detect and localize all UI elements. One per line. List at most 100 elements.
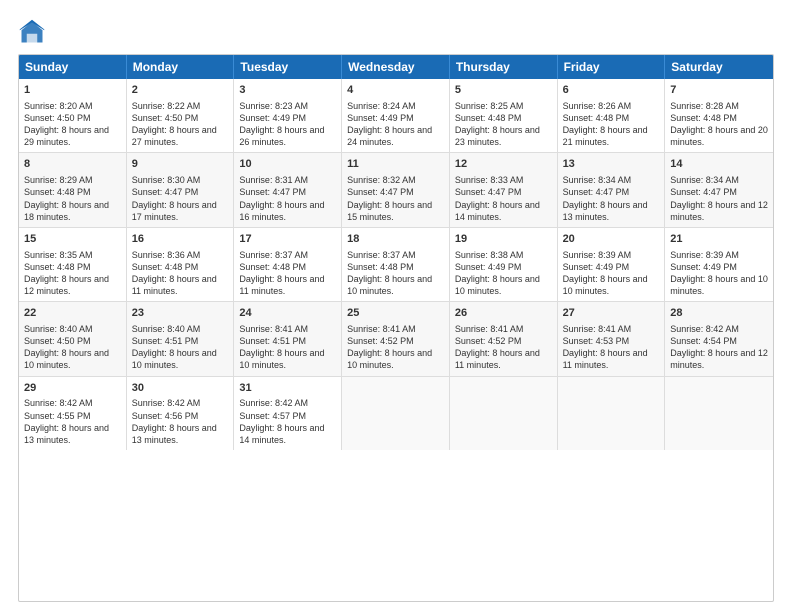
daylight: Daylight: 8 hours and 10 minutes. — [455, 274, 540, 296]
sunset: Sunset: 4:49 PM — [347, 113, 414, 123]
calendar-cell: 17Sunrise: 8:37 AMSunset: 4:48 PMDayligh… — [234, 228, 342, 301]
calendar-cell: 11Sunrise: 8:32 AMSunset: 4:47 PMDayligh… — [342, 153, 450, 226]
calendar-cell: 16Sunrise: 8:36 AMSunset: 4:48 PMDayligh… — [127, 228, 235, 301]
sunset: Sunset: 4:57 PM — [239, 411, 306, 421]
daylight: Daylight: 8 hours and 11 minutes. — [563, 348, 648, 370]
sunrise: Sunrise: 8:41 AM — [455, 324, 524, 334]
sunset: Sunset: 4:49 PM — [239, 113, 306, 123]
day-of-week-header: Tuesday — [234, 55, 342, 79]
sunset: Sunset: 4:50 PM — [24, 336, 91, 346]
day-number: 13 — [563, 157, 660, 172]
sunrise: Sunrise: 8:30 AM — [132, 175, 201, 185]
sunrise: Sunrise: 8:23 AM — [239, 101, 308, 111]
day-number: 7 — [670, 83, 768, 98]
day-number: 15 — [24, 232, 121, 247]
day-number: 26 — [455, 306, 552, 321]
day-of-week-header: Friday — [558, 55, 666, 79]
sunset: Sunset: 4:51 PM — [239, 336, 306, 346]
calendar-cell: 28Sunrise: 8:42 AMSunset: 4:54 PMDayligh… — [665, 302, 773, 375]
calendar-cell: 15Sunrise: 8:35 AMSunset: 4:48 PMDayligh… — [19, 228, 127, 301]
daylight: Daylight: 8 hours and 13 minutes. — [132, 423, 217, 445]
day-number: 20 — [563, 232, 660, 247]
calendar-cell: 5Sunrise: 8:25 AMSunset: 4:48 PMDaylight… — [450, 79, 558, 152]
sunset: Sunset: 4:48 PM — [24, 187, 91, 197]
day-number: 10 — [239, 157, 336, 172]
sunset: Sunset: 4:52 PM — [347, 336, 414, 346]
sunrise: Sunrise: 8:25 AM — [455, 101, 524, 111]
day-of-week-header: Saturday — [665, 55, 773, 79]
calendar-cell — [342, 377, 450, 450]
day-number: 28 — [670, 306, 768, 321]
calendar-cell: 9Sunrise: 8:30 AMSunset: 4:47 PMDaylight… — [127, 153, 235, 226]
sunrise: Sunrise: 8:37 AM — [239, 250, 308, 260]
day-number: 31 — [239, 381, 336, 396]
daylight: Daylight: 8 hours and 24 minutes. — [347, 125, 432, 147]
calendar-body: 1Sunrise: 8:20 AMSunset: 4:50 PMDaylight… — [19, 79, 773, 450]
sunrise: Sunrise: 8:42 AM — [670, 324, 739, 334]
calendar-cell: 25Sunrise: 8:41 AMSunset: 4:52 PMDayligh… — [342, 302, 450, 375]
sunrise: Sunrise: 8:39 AM — [563, 250, 632, 260]
calendar-cell: 18Sunrise: 8:37 AMSunset: 4:48 PMDayligh… — [342, 228, 450, 301]
day-number: 14 — [670, 157, 768, 172]
day-number: 27 — [563, 306, 660, 321]
daylight: Daylight: 8 hours and 17 minutes. — [132, 200, 217, 222]
sunset: Sunset: 4:52 PM — [455, 336, 522, 346]
sunset: Sunset: 4:56 PM — [132, 411, 199, 421]
sunset: Sunset: 4:48 PM — [24, 262, 91, 272]
sunrise: Sunrise: 8:37 AM — [347, 250, 416, 260]
calendar-cell: 4Sunrise: 8:24 AMSunset: 4:49 PMDaylight… — [342, 79, 450, 152]
day-number: 5 — [455, 83, 552, 98]
sunrise: Sunrise: 8:39 AM — [670, 250, 739, 260]
calendar-cell: 1Sunrise: 8:20 AMSunset: 4:50 PMDaylight… — [19, 79, 127, 152]
day-of-week-header: Sunday — [19, 55, 127, 79]
sunrise: Sunrise: 8:41 AM — [239, 324, 308, 334]
calendar-cell: 24Sunrise: 8:41 AMSunset: 4:51 PMDayligh… — [234, 302, 342, 375]
sunrise: Sunrise: 8:42 AM — [24, 398, 93, 408]
day-number: 24 — [239, 306, 336, 321]
sunset: Sunset: 4:47 PM — [670, 187, 737, 197]
daylight: Daylight: 8 hours and 13 minutes. — [563, 200, 648, 222]
calendar-cell: 10Sunrise: 8:31 AMSunset: 4:47 PMDayligh… — [234, 153, 342, 226]
calendar-cell: 8Sunrise: 8:29 AMSunset: 4:48 PMDaylight… — [19, 153, 127, 226]
sunrise: Sunrise: 8:42 AM — [132, 398, 201, 408]
sunset: Sunset: 4:50 PM — [24, 113, 91, 123]
calendar-week-row: 15Sunrise: 8:35 AMSunset: 4:48 PMDayligh… — [19, 228, 773, 302]
daylight: Daylight: 8 hours and 10 minutes. — [132, 348, 217, 370]
day-of-week-header: Monday — [127, 55, 235, 79]
day-number: 29 — [24, 381, 121, 396]
day-number: 12 — [455, 157, 552, 172]
sunrise: Sunrise: 8:34 AM — [670, 175, 739, 185]
daylight: Daylight: 8 hours and 13 minutes. — [24, 423, 109, 445]
calendar-cell: 7Sunrise: 8:28 AMSunset: 4:48 PMDaylight… — [665, 79, 773, 152]
sunset: Sunset: 4:51 PM — [132, 336, 199, 346]
daylight: Daylight: 8 hours and 10 minutes. — [347, 348, 432, 370]
daylight: Daylight: 8 hours and 14 minutes. — [239, 423, 324, 445]
calendar-cell: 31Sunrise: 8:42 AMSunset: 4:57 PMDayligh… — [234, 377, 342, 450]
calendar-cell: 21Sunrise: 8:39 AMSunset: 4:49 PMDayligh… — [665, 228, 773, 301]
calendar-cell: 29Sunrise: 8:42 AMSunset: 4:55 PMDayligh… — [19, 377, 127, 450]
sunset: Sunset: 4:48 PM — [239, 262, 306, 272]
calendar: SundayMondayTuesdayWednesdayThursdayFrid… — [18, 54, 774, 602]
calendar-cell: 3Sunrise: 8:23 AMSunset: 4:49 PMDaylight… — [234, 79, 342, 152]
calendar-week-row: 22Sunrise: 8:40 AMSunset: 4:50 PMDayligh… — [19, 302, 773, 376]
sunset: Sunset: 4:49 PM — [670, 262, 737, 272]
day-number: 16 — [132, 232, 229, 247]
sunrise: Sunrise: 8:32 AM — [347, 175, 416, 185]
day-number: 19 — [455, 232, 552, 247]
sunset: Sunset: 4:47 PM — [347, 187, 414, 197]
sunrise: Sunrise: 8:26 AM — [563, 101, 632, 111]
daylight: Daylight: 8 hours and 29 minutes. — [24, 125, 109, 147]
calendar-cell: 23Sunrise: 8:40 AMSunset: 4:51 PMDayligh… — [127, 302, 235, 375]
day-of-week-header: Thursday — [450, 55, 558, 79]
logo-icon — [18, 18, 46, 46]
daylight: Daylight: 8 hours and 10 minutes. — [24, 348, 109, 370]
day-number: 4 — [347, 83, 444, 98]
day-number: 22 — [24, 306, 121, 321]
calendar-cell: 27Sunrise: 8:41 AMSunset: 4:53 PMDayligh… — [558, 302, 666, 375]
sunset: Sunset: 4:48 PM — [347, 262, 414, 272]
daylight: Daylight: 8 hours and 12 minutes. — [670, 348, 768, 370]
calendar-cell — [558, 377, 666, 450]
day-number: 18 — [347, 232, 444, 247]
daylight: Daylight: 8 hours and 23 minutes. — [455, 125, 540, 147]
sunset: Sunset: 4:49 PM — [563, 262, 630, 272]
